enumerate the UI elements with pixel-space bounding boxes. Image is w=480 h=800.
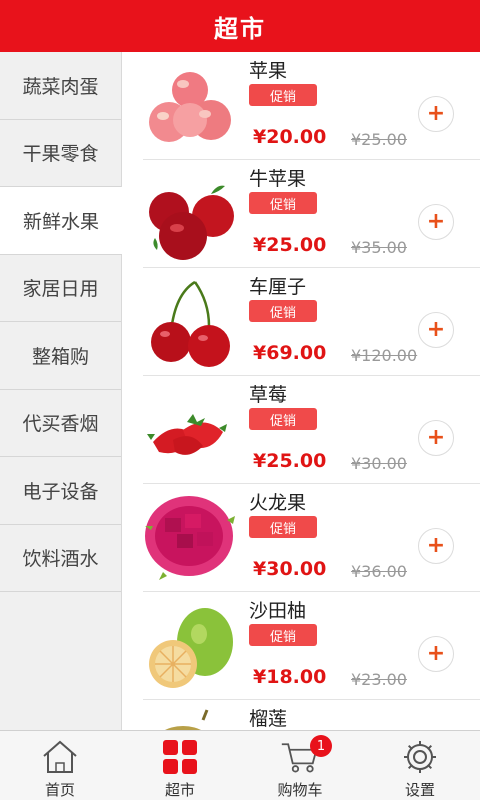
durian-image xyxy=(165,709,209,730)
promo-badge: 促销 xyxy=(249,408,317,430)
product-name: 牛苹果 xyxy=(249,168,307,190)
product-name: 苹果 xyxy=(249,60,288,82)
red-apple-image xyxy=(149,185,234,260)
product-row[interactable]: 沙田柚 促销 ¥18.00 ¥23.00 + xyxy=(143,592,480,700)
add-to-cart-button[interactable]: + xyxy=(418,204,454,240)
plus-icon: + xyxy=(426,424,446,450)
product-row[interactable]: 苹果 促销 ¥20.00 ¥25.00 + xyxy=(143,52,480,160)
original-price: ¥25.00 xyxy=(351,130,407,149)
gear-icon xyxy=(400,737,440,777)
add-to-cart-button[interactable]: + xyxy=(418,96,454,132)
tab-home[interactable]: 首页 xyxy=(0,731,120,800)
page-title: 超市 xyxy=(214,14,266,43)
product-row[interactable]: 车厘子 促销 ¥69.00 ¥120.00 + xyxy=(143,268,480,376)
product-price: ¥20.00 xyxy=(253,126,327,148)
promo-badge: 促销 xyxy=(249,624,317,646)
category-sidebar: 蔬菜肉蛋 干果零食 新鲜水果 家居日用 整箱购 代买香烟 电子设备 饮料酒水 xyxy=(0,52,122,730)
promo-badge: 促销 xyxy=(249,516,317,538)
pomelo-image xyxy=(149,608,233,688)
product-price: ¥25.00 xyxy=(253,450,327,472)
add-to-cart-button[interactable]: + xyxy=(418,420,454,456)
product-price: ¥25.00 xyxy=(253,234,327,256)
tab-supermarket[interactable]: 超市 xyxy=(120,731,240,800)
promo-badge: 促销 xyxy=(249,84,317,106)
plus-icon: + xyxy=(426,100,446,126)
strawberry-image xyxy=(147,414,227,455)
product-price: ¥18.00 xyxy=(253,666,327,688)
tab-label: 购物车 xyxy=(277,781,323,799)
product-row[interactable]: 牛苹果 促销 ¥25.00 ¥35.00 + xyxy=(143,160,480,268)
sidebar-item-vegetables-meat-eggs[interactable]: 蔬菜肉蛋 xyxy=(0,52,121,120)
sidebar-item-cigarettes[interactable]: 代买香烟 xyxy=(0,390,121,457)
product-name: 车厘子 xyxy=(249,276,307,298)
add-to-cart-button[interactable]: + xyxy=(418,312,454,348)
product-row[interactable]: 火龙果 促销 ¥30.00 ¥36.00 + xyxy=(143,484,480,592)
promo-badge: 促销 xyxy=(249,192,317,214)
product-name: 草莓 xyxy=(249,384,288,406)
tab-label: 设置 xyxy=(404,781,435,799)
bottom-tab-bar: 首页 超市 1 购物车 设置 xyxy=(0,730,480,800)
product-name: 沙田柚 xyxy=(249,600,307,622)
product-row[interactable]: 榴莲 xyxy=(143,700,480,730)
tab-settings[interactable]: 设置 xyxy=(360,731,480,800)
product-price: ¥30.00 xyxy=(253,558,327,580)
add-to-cart-button[interactable]: + xyxy=(418,528,454,564)
product-name: 火龙果 xyxy=(249,492,307,514)
plus-icon: + xyxy=(426,640,446,666)
home-icon xyxy=(40,737,80,777)
sidebar-item-nuts-snacks[interactable]: 干果零食 xyxy=(0,120,121,187)
sidebar-item-drinks[interactable]: 饮料酒水 xyxy=(0,525,121,592)
cherry-image xyxy=(151,280,230,367)
original-price: ¥120.00 xyxy=(351,346,418,365)
promo-badge: 促销 xyxy=(249,300,317,322)
plus-icon: + xyxy=(426,316,446,342)
product-row[interactable]: 草莓 促销 ¥25.00 ¥30.00 + xyxy=(143,376,480,484)
app-root: 超市 蔬菜肉蛋 干果零食 新鲜水果 家居日用 整箱购 代买香烟 电子设备 饮料酒… xyxy=(0,0,480,800)
plus-icon: + xyxy=(426,208,446,234)
sidebar-item-electronics[interactable]: 电子设备 xyxy=(0,457,121,525)
top-bar: 超市 xyxy=(0,0,480,52)
cart-count-badge: 1 xyxy=(310,735,332,757)
product-name: 榴莲 xyxy=(249,708,288,730)
sidebar-item-fresh-fruit[interactable]: 新鲜水果 xyxy=(0,187,122,255)
sidebar-item-bulk-buy[interactable]: 整箱购 xyxy=(0,322,121,390)
grid-icon xyxy=(160,737,200,777)
original-price: ¥30.00 xyxy=(351,454,407,473)
apple-image xyxy=(149,72,231,142)
sidebar-item-household[interactable]: 家居日用 xyxy=(0,255,121,322)
plus-icon: + xyxy=(426,532,446,558)
add-to-cart-button[interactable]: + xyxy=(418,636,454,672)
dragonfruit-image xyxy=(145,496,235,580)
original-price: ¥23.00 xyxy=(351,670,407,689)
tab-label: 超市 xyxy=(164,781,195,799)
product-price: ¥69.00 xyxy=(253,342,327,364)
product-list: 苹果 促销 ¥20.00 ¥25.00 + 牛苹果 促销 ¥25.00 ¥35.… xyxy=(123,52,480,730)
tab-label: 首页 xyxy=(44,781,75,799)
tab-cart[interactable]: 1 购物车 xyxy=(240,731,360,800)
original-price: ¥36.00 xyxy=(351,562,407,581)
original-price: ¥35.00 xyxy=(351,238,407,257)
